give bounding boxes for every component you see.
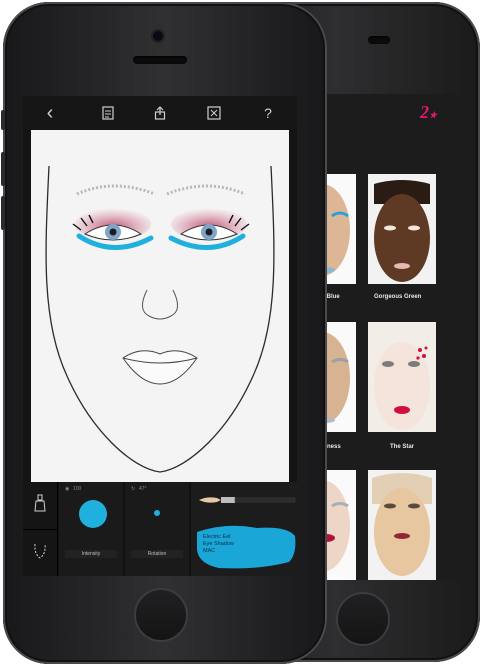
- fullscreen-icon[interactable]: [205, 104, 223, 122]
- earpiece-speaker: [133, 56, 187, 64]
- intensity-control[interactable]: ◉ 100 Intensity: [59, 482, 123, 576]
- intensity-label: Intensity: [65, 550, 117, 558]
- looks-gallery-screen: 2★ old Blue Gorgeous Green ightness The …: [314, 94, 468, 580]
- product-name: Electric Eel: [203, 534, 231, 540]
- home-button[interactable]: [336, 592, 390, 646]
- rotation-label: Rotation: [131, 550, 183, 558]
- face-chart-canvas[interactable]: [31, 130, 289, 482]
- rotation-dot: [154, 510, 160, 516]
- divider: [23, 529, 57, 530]
- look-thumbnail[interactable]: [368, 470, 436, 580]
- back-chevron-icon[interactable]: ‹: [41, 102, 59, 124]
- face-chart-screen: ‹ ? ◉ 100 Intensity ↻ 47° Rotation Elect…: [23, 96, 297, 576]
- product-brand: MAC: [203, 548, 216, 554]
- rotation-icon: ↻: [131, 486, 136, 492]
- face-shape-icon[interactable]: [33, 542, 47, 560]
- intensity-dot: [79, 500, 107, 528]
- volume-down-button: [1, 196, 5, 230]
- face-illustration: [368, 174, 436, 284]
- product-bottle-icon[interactable]: [33, 494, 47, 512]
- look-thumbnail[interactable]: [368, 174, 436, 284]
- rotation-control[interactable]: ↻ 47° Rotation: [125, 482, 189, 576]
- help-icon[interactable]: ?: [259, 104, 277, 122]
- look-label: Gorgeous Green: [374, 294, 422, 300]
- intensity-value: 100: [73, 486, 82, 492]
- look-thumbnail[interactable]: [368, 322, 436, 432]
- gallery-header: 2★: [314, 94, 468, 128]
- speaker: [368, 36, 390, 44]
- product-type: Eye Shadow: [203, 541, 234, 547]
- mute-switch: [1, 110, 5, 130]
- brush-icon: [199, 497, 296, 503]
- rotation-value: 47°: [139, 486, 147, 492]
- face-illustration: [368, 322, 436, 432]
- intensity-icon: ◉: [65, 486, 70, 492]
- face-illustration: [368, 470, 436, 580]
- look-label: The Star: [390, 444, 415, 450]
- face-chart-drawing: [45, 165, 275, 473]
- tool-sidebar: [23, 482, 58, 576]
- share-icon[interactable]: [151, 104, 169, 122]
- control-panel: ◉ 100 Intensity ↻ 47° Rotation Electric …: [23, 482, 297, 576]
- product-info: Electric Eel Eye Shadow MAC: [203, 534, 234, 555]
- rating-badge[interactable]: 2★: [420, 102, 437, 123]
- front-phone: ‹ ? ◉ 100 Intensity ↻ 47° Rotation Elect…: [1, 2, 327, 664]
- notes-icon[interactable]: [99, 104, 117, 122]
- product-panel[interactable]: Electric Eel Eye Shadow MAC: [191, 482, 297, 576]
- home-button[interactable]: [134, 588, 188, 642]
- volume-up-button: [1, 152, 5, 186]
- front-camera: [153, 31, 163, 41]
- star-icon: ★: [429, 110, 438, 120]
- top-toolbar: ‹ ?: [23, 96, 297, 130]
